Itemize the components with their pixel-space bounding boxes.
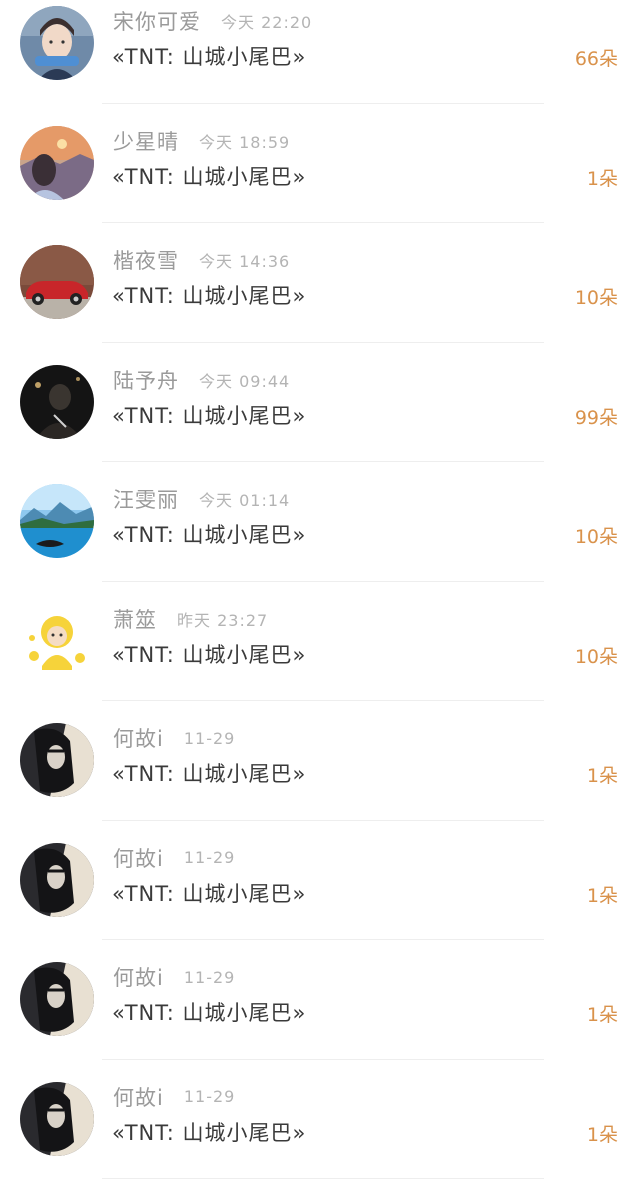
timestamp: 今天 09:44 [199,368,290,392]
timestamp: 今天 22:20 [221,9,312,33]
record-meta: 汪雯丽 今天 01:14 [113,482,290,516]
record-meta: 少星晴 今天 18:59 [113,124,290,158]
timestamp: 11-29 [184,729,236,748]
record-meta: 何故i 11-29 [113,1080,235,1114]
list-item[interactable]: 陆予舟 今天 09:44 «TNT: 山城小尾巴» 99朵 [0,343,640,463]
timestamp: 今天 01:14 [199,487,290,511]
gift-count: 66朵 [575,44,618,71]
list-item[interactable]: 何故i 11-29 «TNT: 山城小尾巴» 1朵 [0,701,640,821]
gift-count: 1朵 [587,1120,618,1147]
record-meta: 宋你可爱 今天 22:20 [113,4,312,38]
gift-name: «TNT: 山城小尾巴» [112,41,306,71]
sender-name[interactable]: 何故i [113,962,164,992]
avatar[interactable] [20,484,94,558]
gift-name: «TNT: 山城小尾巴» [112,758,306,788]
avatar[interactable] [20,843,94,917]
record-meta: 何故i 11-29 [113,960,235,994]
gift-name: «TNT: 山城小尾巴» [112,161,306,191]
record-meta: 陆予舟 今天 09:44 [113,363,290,397]
sender-name[interactable]: 少星晴 [113,126,179,156]
list-item[interactable]: 汪雯丽 今天 01:14 «TNT: 山城小尾巴» 10朵 [0,462,640,582]
gift-count: 99朵 [575,403,618,430]
sender-name[interactable]: 陆予舟 [113,365,179,395]
sender-name[interactable]: 何故i [113,723,164,753]
gift-count: 10朵 [575,283,618,310]
timestamp: 11-29 [184,1087,236,1106]
gift-name: «TNT: 山城小尾巴» [112,997,306,1027]
list-item[interactable]: 楷夜雪 今天 14:36 «TNT: 山城小尾巴» 10朵 [0,223,640,343]
timestamp: 昨天 23:27 [177,607,268,631]
gift-name: «TNT: 山城小尾巴» [112,878,306,908]
gift-count: 1朵 [587,1000,618,1027]
timestamp: 11-29 [184,968,236,987]
gift-name: «TNT: 山城小尾巴» [112,1117,306,1147]
record-meta: 萧筮 昨天 23:27 [113,602,268,636]
avatar[interactable] [20,1082,94,1156]
gift-record-list: 宋你可爱 今天 22:20 «TNT: 山城小尾巴» 66朵 少星晴 今天 18… [0,0,640,1179]
gift-count: 1朵 [587,761,618,788]
record-meta: 何故i 11-29 [113,841,235,875]
avatar[interactable] [20,126,94,200]
gift-count: 1朵 [587,881,618,908]
list-item[interactable]: 萧筮 昨天 23:27 «TNT: 山城小尾巴» 10朵 [0,582,640,702]
gift-name: «TNT: 山城小尾巴» [112,280,306,310]
sender-name[interactable]: 汪雯丽 [113,484,179,514]
gift-name: «TNT: 山城小尾巴» [112,400,306,430]
list-item[interactable]: 何故i 11-29 «TNT: 山城小尾巴» 1朵 [0,940,640,1060]
avatar[interactable] [20,365,94,439]
gift-count: 10朵 [575,522,618,549]
list-item[interactable]: 少星晴 今天 18:59 «TNT: 山城小尾巴» 1朵 [0,104,640,224]
list-item[interactable]: 宋你可爱 今天 22:20 «TNT: 山城小尾巴» 66朵 [0,0,640,104]
gift-count: 1朵 [587,164,618,191]
sender-name[interactable]: 宋你可爱 [113,6,201,36]
gift-count: 10朵 [575,642,618,669]
record-meta: 楷夜雪 今天 14:36 [113,243,290,277]
timestamp: 今天 18:59 [199,129,290,153]
sender-name[interactable]: 何故i [113,843,164,873]
sender-name[interactable]: 何故i [113,1082,164,1112]
record-meta: 何故i 11-29 [113,721,235,755]
list-item[interactable]: 何故i 11-29 «TNT: 山城小尾巴» 1朵 [0,1060,640,1179]
timestamp: 今天 14:36 [199,248,290,272]
sender-name[interactable]: 萧筮 [113,604,157,634]
avatar[interactable] [20,723,94,797]
list-item[interactable]: 何故i 11-29 «TNT: 山城小尾巴» 1朵 [0,821,640,941]
gift-name: «TNT: 山城小尾巴» [112,519,306,549]
gift-name: «TNT: 山城小尾巴» [112,639,306,669]
avatar[interactable] [20,6,94,80]
timestamp: 11-29 [184,848,236,867]
sender-name[interactable]: 楷夜雪 [113,245,179,275]
avatar[interactable] [20,962,94,1036]
avatar[interactable] [20,604,94,678]
avatar[interactable] [20,245,94,319]
